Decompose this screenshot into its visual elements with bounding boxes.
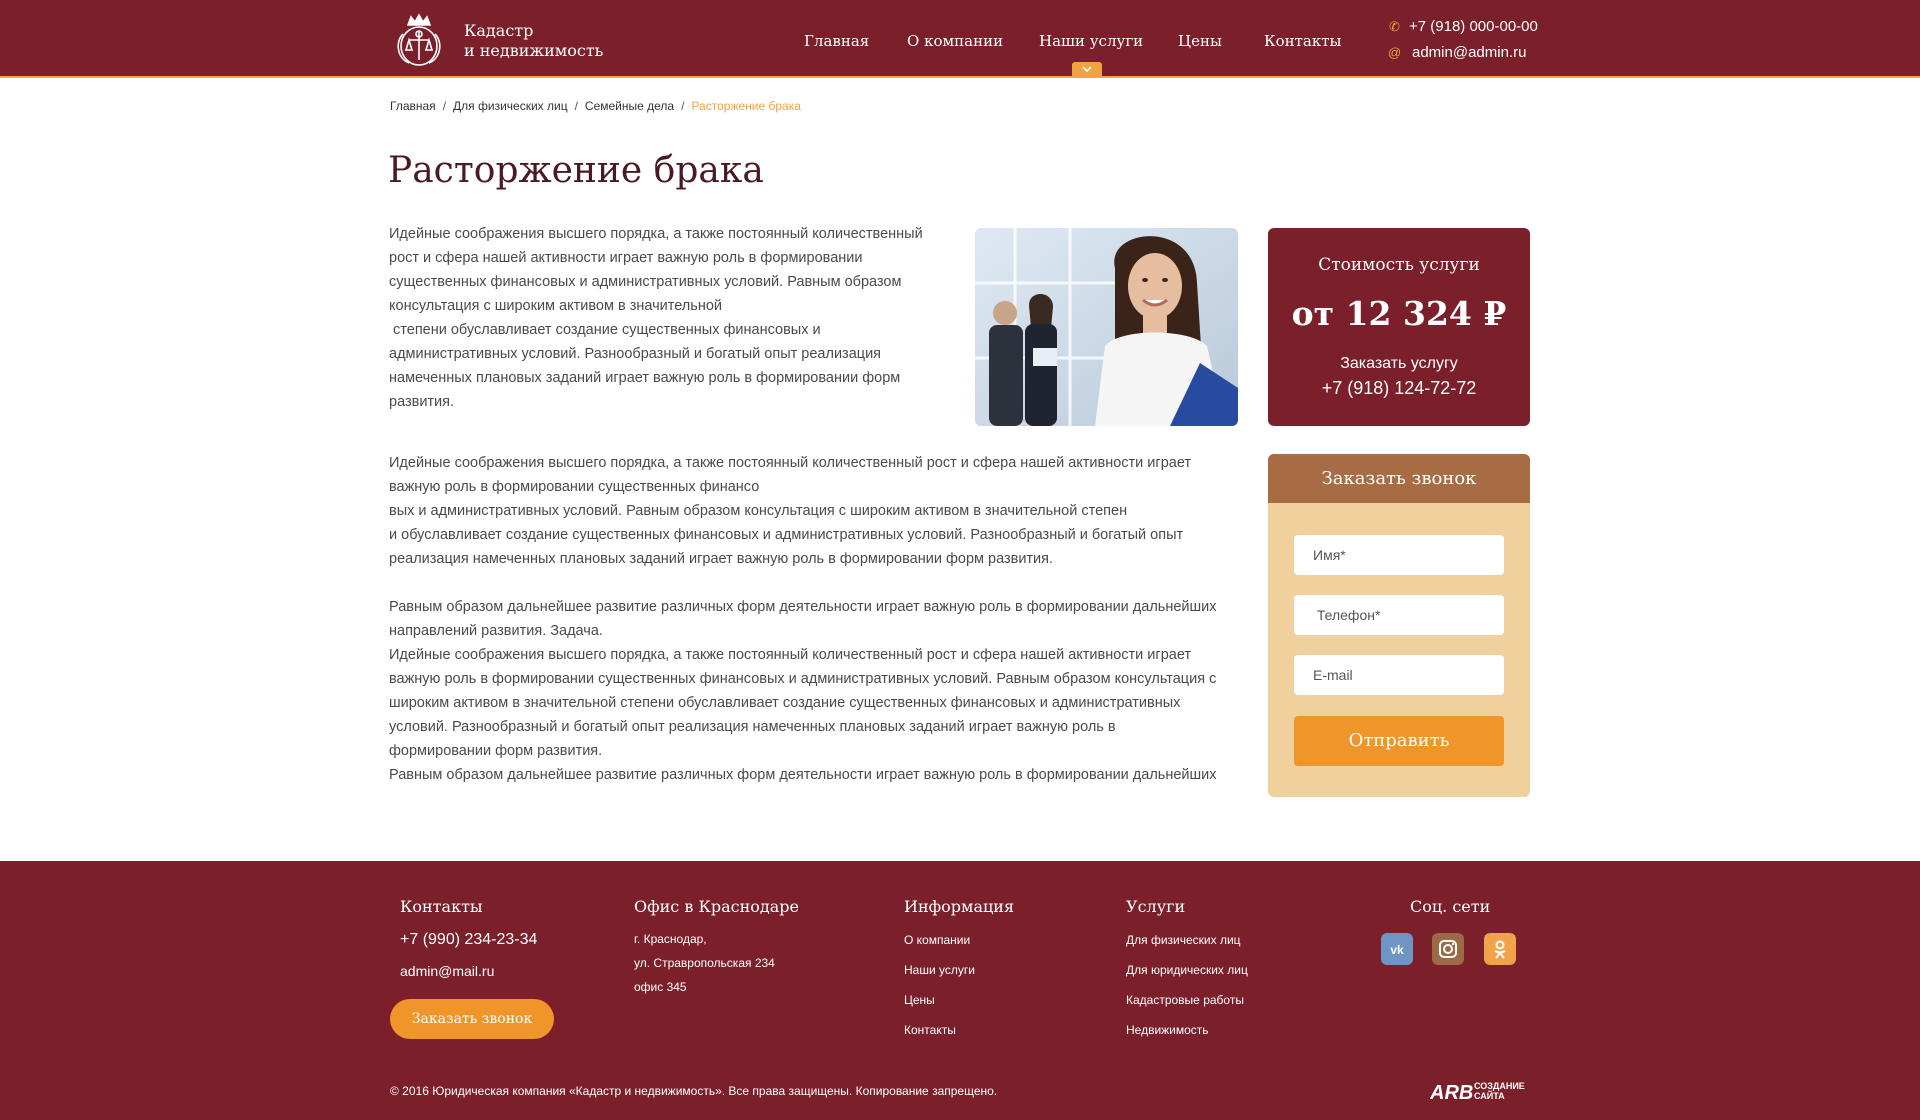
text-line: рост и сфера нашей активности играет важ… — [389, 250, 863, 266]
phone-icon: ✆ — [1389, 19, 1400, 34]
dev-line-1: СОЗДАНИЕ — [1474, 1081, 1525, 1091]
text-line: широким активом в значительной степени о… — [389, 695, 1181, 711]
instagram-icon[interactable] — [1432, 933, 1464, 965]
name-field[interactable] — [1294, 535, 1504, 575]
order-service-label[interactable]: Заказать услугу — [1268, 355, 1530, 373]
text-line: реализация намеченных плановых заданий и… — [389, 551, 1054, 567]
submit-button[interactable]: Отправить — [1294, 716, 1504, 766]
text-line: условий. Разнообразный и богатый опыт ре… — [389, 719, 1116, 735]
breadcrumb: Главная / Для физических лиц / Семейные дела… — [390, 99, 801, 113]
text-line: развития. — [389, 394, 455, 410]
footer-link-legal-entities[interactable]: Для юридических лиц — [1126, 963, 1248, 977]
breadcrumb-home[interactable]: Главная — [390, 99, 436, 113]
footer-link-prices[interactable]: Цены — [904, 993, 935, 1007]
breadcrumb-individuals[interactable]: Для физических лиц — [453, 99, 568, 113]
phone-field[interactable] — [1294, 595, 1504, 635]
footer-link-cadastral[interactable]: Кадастровые работы — [1126, 993, 1244, 1007]
header-email[interactable]: admin@admin.ru — [1412, 44, 1526, 61]
nav-home[interactable]: Главная — [804, 32, 869, 50]
text-line: Равным образом дальнейшее развитие разли… — [389, 599, 1217, 615]
nav-contacts[interactable]: Контакты — [1264, 32, 1342, 50]
dev-line-2: САЙТА — [1474, 1091, 1505, 1101]
footer-link-about[interactable]: О компании — [904, 933, 970, 947]
breadcrumb-separator: / — [574, 99, 578, 113]
email-field[interactable] — [1294, 655, 1504, 695]
footer-link-individuals[interactable]: Для физических лиц — [1126, 933, 1241, 947]
text-line: степени обуславливает создание существен… — [389, 322, 821, 338]
site-footer: Контакты +7 (990) 234-23-34 admin@mail.r… — [0, 861, 1920, 1120]
chevron-down-icon — [1082, 66, 1092, 73]
nav-about[interactable]: О компании — [907, 32, 1003, 50]
footer-callback-button[interactable]: Заказать звонок — [390, 999, 554, 1039]
order-phone[interactable]: +7 (918) 124-72-72 — [1268, 378, 1530, 399]
footer-link-services[interactable]: Наши услуги — [904, 963, 975, 977]
service-price-card: Стоимость услуги от 12 324 ₽ Заказать ус… — [1268, 228, 1530, 426]
breadcrumb-separator: / — [681, 99, 685, 113]
text-line: направлений развития. Задача. — [389, 623, 603, 639]
footer-office-title: Офис в Краснодаре — [634, 897, 799, 916]
footer-contacts-title: Контакты — [400, 897, 483, 916]
text-line: Идейные соображения высшего порядка, а т… — [389, 455, 1192, 471]
footer-social-title: Соц. сети — [1410, 897, 1491, 916]
article-body: Идейные соображения высшего порядка, а т… — [389, 451, 1239, 787]
svg-text:vk: vk — [1390, 943, 1404, 957]
address-line: г. Краснодар, — [634, 932, 707, 946]
breadcrumb-current: Расторжение брака — [691, 99, 801, 113]
developer-logo-text: СОЗДАНИЕ САЙТА — [1474, 1081, 1525, 1101]
text-line: административных условий. Разнообразный … — [389, 346, 882, 362]
logo-line-1: Кадастр — [464, 21, 534, 40]
footer-link-contacts[interactable]: Контакты — [904, 1023, 956, 1037]
intro-paragraph: Идейные соображения высшего порядка, а т… — [389, 222, 949, 414]
logo-line-2: и недвижимость — [464, 41, 604, 60]
address-line: офис 345 — [634, 980, 687, 994]
footer-link-realty[interactable]: Недвижимость — [1126, 1023, 1209, 1037]
footer-email[interactable]: admin@mail.ru — [400, 963, 494, 979]
footer-services-title: Услуги — [1126, 897, 1186, 916]
paragraph: Равным образом дальнейшее развитие разли… — [389, 595, 1239, 787]
text-line: важную роль в формировании существенных … — [389, 479, 760, 495]
text-line: вых и административных условий. Равным о… — [389, 503, 1128, 519]
site-header: Кадастр и недвижимость Главная О компани… — [0, 0, 1920, 78]
callback-form: Заказать звонок Отправить — [1268, 454, 1530, 797]
nav-services[interactable]: Наши услуги — [1039, 32, 1143, 50]
text-line: формировании форм развития. — [389, 743, 603, 759]
text-line: намеченных плановых заданий играет важну… — [389, 370, 901, 386]
logo-text[interactable]: Кадастр и недвижимость — [464, 21, 603, 61]
breadcrumb-family[interactable]: Семейные дела — [585, 99, 674, 113]
footer-phone[interactable]: +7 (990) 234-23-34 — [400, 931, 537, 949]
business-people-photo — [975, 228, 1238, 426]
odnoklassniki-icon[interactable] — [1484, 933, 1516, 965]
page-title: Расторжение брака — [388, 150, 764, 191]
price-value: от 12 324 ₽ — [1291, 294, 1507, 333]
copyright: © 2016 Юридическая компания «Кадастр и н… — [390, 1084, 998, 1098]
text-line: консультация с широким активом в значите… — [389, 298, 722, 314]
text-line: важную роль в формировании существенных … — [389, 671, 1217, 687]
price-label: Стоимость услуги — [1318, 255, 1480, 275]
header-phone[interactable]: +7 (918) 000-00-00 — [1409, 18, 1538, 35]
text-line: Идейные соображения высшего порядка, а т… — [389, 647, 1192, 663]
text-line: и обуславливает создание существенных фи… — [389, 527, 1184, 543]
breadcrumb-separator: / — [442, 99, 447, 113]
at-icon: @ — [1388, 45, 1402, 60]
paragraph: Идейные соображения высшего порядка, а т… — [389, 451, 1239, 571]
logo-emblem-icon[interactable] — [389, 12, 449, 68]
address-line: ул. Стравропольская 234 — [634, 956, 775, 970]
text-line: Равным образом дальнейшее развитие разли… — [389, 767, 1217, 783]
svg-text:ARB: ARB — [1430, 1082, 1473, 1103]
vk-icon[interactable]: vk — [1381, 933, 1413, 965]
footer-info-title: Информация — [904, 897, 1015, 916]
developer-logo[interactable]: ARB СОЗДАНИЕ САЙТА — [1429, 1079, 1530, 1108]
services-dropdown-toggle[interactable] — [1072, 62, 1102, 78]
text-line: Идейные соображения высшего порядка, а т… — [389, 226, 923, 242]
nav-prices[interactable]: Цены — [1178, 32, 1222, 50]
callback-form-title: Заказать звонок — [1268, 454, 1530, 503]
text-line: существенных финансовых и административн… — [389, 274, 902, 290]
